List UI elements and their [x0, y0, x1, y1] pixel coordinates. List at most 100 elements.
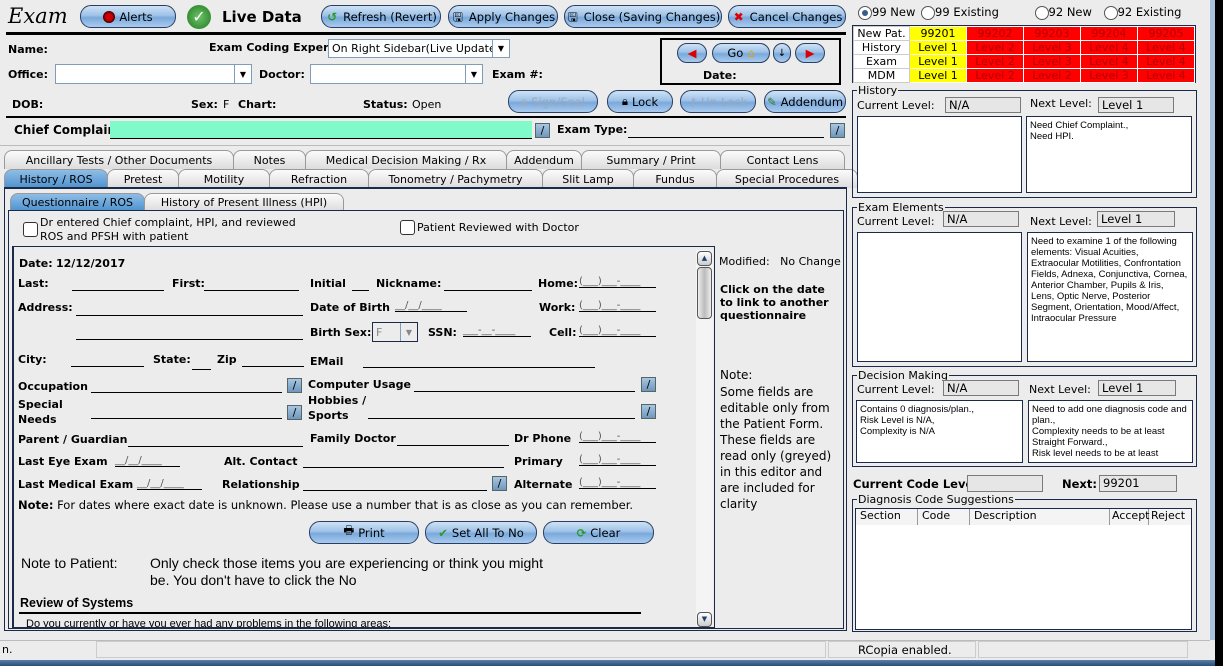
last-eye-exam-input[interactable]: __/__/____	[115, 455, 180, 467]
set-all-to-no-button[interactable]: ✔ Set All To No	[425, 521, 537, 544]
go-label: Go	[727, 46, 744, 60]
form-date-value[interactable]: 12/12/2017	[56, 257, 125, 270]
parent-guardian-input[interactable]	[128, 446, 303, 447]
tab-history-ros[interactable]: History / ROS	[4, 169, 108, 188]
hobbies-input[interactable]	[368, 418, 635, 419]
edit-pencil-icon[interactable]: /	[641, 404, 656, 419]
home-phone-input[interactable]: (___)___-____	[579, 276, 656, 288]
column-accept[interactable]: Accept	[1110, 509, 1150, 525]
patient-reviewed-label: Patient Reviewed with Doctor	[417, 221, 579, 234]
exam-type-input[interactable]	[628, 137, 824, 138]
dob-input[interactable]: __/__/____	[395, 300, 467, 312]
apply-changes-button[interactable]: 🖫 Apply Changes	[448, 5, 558, 28]
alt-contact-input[interactable]	[303, 467, 504, 468]
work-phone-input[interactable]: (___)___-____	[579, 300, 656, 312]
coding-expert-select[interactable]: On Right Sidebar(Live Update) ▼	[328, 39, 510, 58]
alternate-phone-input[interactable]: (___)___-____	[579, 477, 656, 489]
close-saving-button[interactable]: 🖫 Close (Saving Changes)	[564, 5, 722, 28]
tab-refraction[interactable]: Refraction	[269, 169, 369, 188]
tab-slit-lamp[interactable]: Slit Lamp	[542, 169, 634, 188]
next-date-button[interactable]: ▶	[795, 43, 825, 63]
tab-fundus[interactable]: Fundus	[633, 169, 717, 188]
refresh-revert-button[interactable]: ↺ Refresh (Revert)	[321, 5, 441, 28]
tab-summary-print[interactable]: Summary / Print	[581, 150, 721, 169]
scroll-down-icon[interactable]: ▼	[697, 612, 712, 627]
column-reject[interactable]: Reject	[1149, 509, 1189, 525]
initial-label: Initial	[310, 277, 346, 290]
tab-motility[interactable]: Motility	[178, 169, 270, 188]
doctor-select[interactable]: ▼	[310, 64, 483, 84]
edit-pencil-icon[interactable]: /	[641, 377, 656, 392]
edit-pencil-icon[interactable]: /	[287, 405, 302, 420]
first-name-input[interactable]	[204, 290, 299, 291]
patient-reviewed-checkbox[interactable]	[400, 220, 415, 235]
column-section[interactable]: Section	[856, 509, 918, 525]
chief-complaint-input[interactable]	[110, 121, 532, 139]
edit-pencil-icon[interactable]: /	[287, 378, 302, 393]
tab-tonometry[interactable]: Tonometry / Pachymetry	[368, 169, 543, 188]
tab-contact-lens[interactable]: Contact Lens	[720, 150, 845, 169]
edit-pencil-icon[interactable]: /	[535, 123, 550, 138]
radio-92-existing[interactable]: 92 Existing	[1103, 5, 1181, 20]
grid-row-label: New Pat.	[853, 26, 910, 41]
radio-99-new[interactable]: 99 New	[858, 5, 915, 20]
padlock-icon: 🔒︎	[521, 94, 528, 108]
tab-addendum[interactable]: Addendum	[506, 150, 582, 169]
special-needs-input[interactable]	[91, 418, 282, 419]
state-input[interactable]	[192, 369, 211, 370]
radio-92-new[interactable]: 92 New	[1034, 5, 1092, 20]
subtab-hpi[interactable]: History of Present Illness (HPI)	[144, 193, 344, 211]
side-note-heading: Note:	[720, 368, 753, 382]
ssn-label: SSN:	[428, 326, 457, 339]
edit-pencil-icon[interactable]: /	[492, 476, 507, 491]
tab-ancillary-tests[interactable]: Ancillary Tests / Other Documents	[4, 150, 234, 169]
email-input[interactable]	[363, 367, 595, 368]
family-doctor-input[interactable]	[397, 445, 509, 446]
column-code[interactable]: Code	[918, 509, 970, 525]
tab-notes[interactable]: Notes	[233, 150, 306, 169]
current-code-value	[967, 475, 1043, 492]
arrow-down-icon: ↓	[777, 47, 787, 59]
column-description[interactable]: Description	[970, 509, 1110, 525]
scroll-thumb[interactable]	[697, 267, 712, 319]
radio-99-existing[interactable]: 99 Existing	[921, 5, 999, 20]
last-name-input[interactable]	[72, 290, 164, 291]
edit-pencil-icon[interactable]: /	[830, 123, 845, 138]
addendum-button[interactable]: ✎ Addendum	[764, 90, 846, 113]
ssn-input[interactable]: ___-__-____	[463, 325, 531, 337]
computer-usage-input[interactable]	[414, 391, 635, 392]
last-medical-exam-input[interactable]: __/__/____	[137, 478, 202, 490]
initial-input[interactable]	[352, 290, 369, 291]
go-home-button[interactable]: Go ⌂	[712, 43, 770, 63]
unlock-button[interactable]: ⚷ Un-Lock	[680, 90, 756, 113]
dr-phone-input[interactable]: (___)___-____	[579, 431, 656, 443]
zip-input[interactable]	[242, 366, 304, 367]
relationship-input[interactable]	[303, 490, 487, 491]
print-button[interactable]: 🖶 Print	[309, 521, 419, 544]
clear-button[interactable]: ⟳ Clear	[543, 521, 654, 544]
dr-entered-checkbox[interactable]	[23, 222, 38, 237]
nickname-input[interactable]	[444, 290, 532, 291]
city-input[interactable]	[71, 366, 144, 367]
note-to-patient-text: Only check those items you are experienc…	[150, 555, 543, 589]
prev-date-button[interactable]: ◀	[677, 43, 707, 63]
scroll-up-icon[interactable]: ▲	[697, 251, 712, 266]
lock-button[interactable]: 🔒︎ Lock	[607, 90, 673, 113]
primary-phone-input[interactable]: (___)___-____	[579, 454, 656, 466]
office-select[interactable]: ▼	[55, 64, 252, 84]
tab-pretest[interactable]: Pretest	[107, 169, 179, 188]
next-code-label: Next:	[1062, 477, 1097, 491]
sign-seal-button[interactable]: 🔒︎ Sign/Seal	[508, 90, 598, 113]
alerts-button[interactable]: Alerts	[80, 5, 176, 28]
print-label: Print	[358, 525, 385, 540]
address-line1-input[interactable]	[76, 315, 303, 316]
cell-phone-input[interactable]: (___)___-____	[579, 325, 656, 337]
address-line2-input[interactable]	[76, 339, 303, 340]
cancel-changes-button[interactable]: ✖ Cancel Changes	[728, 5, 846, 28]
tab-special-procedures[interactable]: Special Procedures	[716, 169, 858, 188]
date-dropdown-button[interactable]: ↓	[773, 43, 791, 63]
subtab-questionnaire-ros[interactable]: Questionnaire / ROS	[10, 193, 145, 211]
occupation-input[interactable]	[91, 392, 282, 393]
exam-current-label: Current Level:	[857, 215, 935, 228]
tab-medical-decision-making[interactable]: Medical Decision Making / Rx	[305, 150, 507, 169]
